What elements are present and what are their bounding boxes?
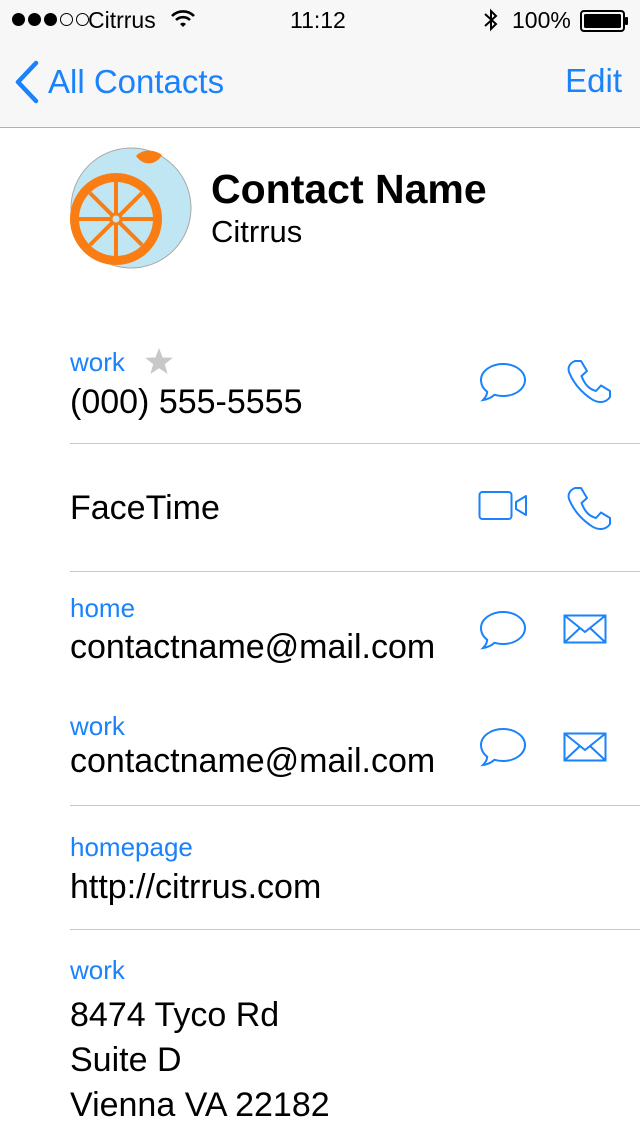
carrier-name: Citrrus [88, 7, 156, 33]
mail-icon[interactable] [563, 614, 607, 644]
mail-icon[interactable] [563, 732, 607, 762]
bluetooth-icon [484, 8, 498, 32]
divider [70, 805, 640, 806]
homepage-label: homepage [70, 832, 193, 862]
divider [70, 929, 640, 930]
divider [70, 443, 640, 444]
address-line-2[interactable]: Suite D [70, 1041, 182, 1080]
address-line-3[interactable]: Vienna VA 22182 [70, 1086, 330, 1125]
back-button-label: All Contacts [48, 63, 225, 100]
navigation-bar: All Contacts Edit [0, 40, 640, 128]
email-label: work [70, 711, 125, 741]
wifi-icon [171, 10, 195, 27]
back-button[interactable]: All Contacts [14, 60, 224, 104]
star-icon[interactable] [144, 347, 174, 376]
message-icon[interactable] [479, 362, 527, 402]
message-icon[interactable] [479, 610, 527, 650]
email-address[interactable]: contactname@mail.com [70, 742, 435, 781]
email-address[interactable]: contactname@mail.com [70, 628, 435, 667]
email-label: home [70, 593, 136, 623]
battery-percent: 100% [512, 7, 571, 33]
phone-label: work [70, 347, 125, 377]
contact-name: Contact Name [211, 166, 487, 212]
chevron-left-icon [15, 60, 39, 104]
edit-button[interactable]: Edit [565, 62, 622, 100]
battery-icon [580, 10, 628, 32]
contact-avatar[interactable] [70, 147, 192, 269]
clock: 11:12 [290, 7, 346, 33]
phone-number[interactable]: (000) 555-5555 [70, 383, 303, 422]
status-bar: Citrrus 11:12 100% [0, 0, 640, 40]
divider [70, 571, 640, 572]
homepage-url[interactable]: http://citrrus.com [70, 868, 321, 907]
video-icon[interactable] [478, 490, 528, 522]
address-line-1[interactable]: 8474 Tyco Rd [70, 996, 279, 1035]
signal-strength-icon [12, 13, 89, 26]
contact-company: Citrrus [211, 214, 303, 249]
address-label: work [70, 955, 125, 985]
message-icon[interactable] [479, 727, 527, 767]
phone-icon[interactable] [566, 359, 612, 405]
facetime-label[interactable]: FaceTime [70, 489, 220, 528]
facetime-audio-icon[interactable] [566, 486, 612, 532]
